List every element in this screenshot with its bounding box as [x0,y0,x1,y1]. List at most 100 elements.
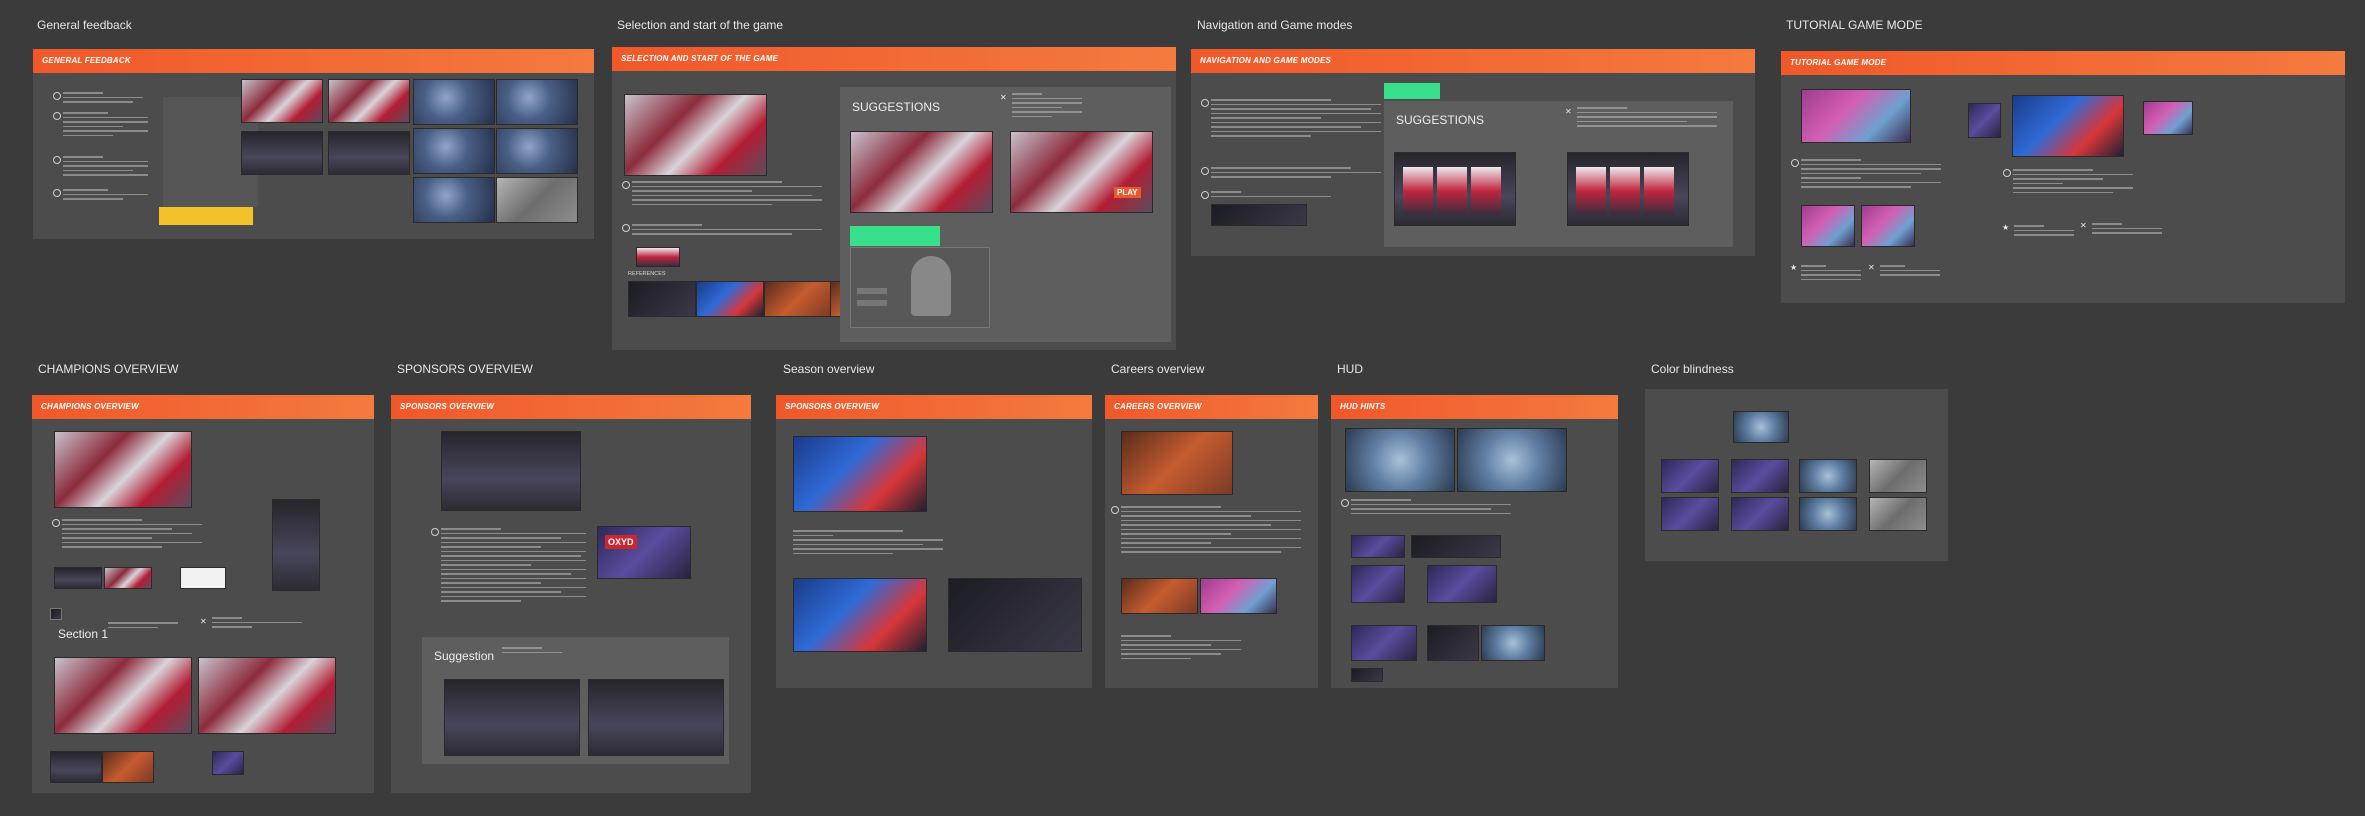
screenshot-thumbnail[interactable] [241,79,323,123]
wireframe-screen[interactable] [850,247,990,328]
frame-title-general[interactable]: General feedback [37,18,132,32]
screenshot-thumbnail[interactable] [1351,625,1417,661]
screenshot-thumbnail[interactable] [54,567,102,589]
frame-title-tutorial[interactable]: TUTORIAL GAME MODE [1786,18,1923,32]
screenshot-thumbnail[interactable] [180,567,226,589]
sticky-note[interactable] [850,226,940,246]
frame-season[interactable]: SPONSORS OVERVIEW [776,395,1092,688]
frame-title-season[interactable]: Season overview [783,362,874,376]
sticky-note[interactable] [159,207,253,225]
screenshot-thumbnail[interactable] [1345,428,1455,492]
screenshot-thumbnail[interactable] [328,79,410,123]
screenshot-thumbnail[interactable]: PLAY [1010,131,1153,213]
screenshot-thumbnail[interactable] [1731,497,1789,531]
screenshot-thumbnail[interactable] [948,578,1082,652]
suggestions-panel[interactable]: SUGGESTIONS ✕ [1384,101,1733,247]
screenshot-thumbnail[interactable] [212,751,244,775]
suggestion-panel[interactable]: Suggestion [422,637,729,764]
feedback-text [441,528,586,605]
screenshot-thumbnail[interactable] [1869,497,1927,531]
frame-header: SPONSORS OVERVIEW [391,395,751,419]
screenshot-thumbnail[interactable] [624,94,767,176]
frame-navigation[interactable]: NAVIGATION AND GAME MODES SUGGESTIONS ✕ [1191,49,1755,256]
screenshot-thumbnail[interactable] [1351,668,1383,682]
frame-tutorial[interactable]: TUTORIAL GAME MODE ★ ✕ ★ ✕ [1781,51,2345,303]
frame-selection[interactable]: SELECTION AND START OF THE GAME REFERENC… [612,47,1176,350]
frame-sponsors[interactable]: SPONSORS OVERVIEW OXYD Suggestion [391,395,751,793]
screenshot-thumbnail[interactable] [1661,497,1719,531]
feedback-text [1801,265,1861,283]
screenshot-thumbnail[interactable] [1661,459,1719,493]
screenshot-thumbnail[interactable] [1733,411,1789,443]
frame-hud[interactable]: HUD HINTS [1331,395,1618,688]
screenshot-thumbnail[interactable] [1968,103,2001,138]
reference-image[interactable] [696,281,764,317]
screenshot-thumbnail[interactable] [413,79,495,125]
screenshot-thumbnail[interactable] [198,657,336,734]
screenshot-thumbnail[interactable] [1861,205,1915,247]
screenshot-thumbnail[interactable] [1351,535,1405,558]
list-bullet [52,519,60,527]
screenshot-thumbnail[interactable] [1481,625,1545,661]
frame-general-feedback[interactable]: GENERAL FEEDBACK [33,49,594,239]
sticky-note[interactable] [1384,83,1440,99]
screenshot-thumbnail[interactable] [793,578,927,652]
screenshot-thumbnail[interactable] [1731,459,1789,493]
screenshot-thumbnail[interactable] [1394,152,1516,226]
screenshot-thumbnail[interactable] [241,131,323,175]
list-bullet [53,189,61,197]
screenshot-thumbnail[interactable] [1211,204,1307,226]
frame-title-careers[interactable]: Careers overview [1111,362,1204,376]
screenshot-thumbnail[interactable] [636,247,680,267]
screenshot-thumbnail[interactable] [54,431,192,508]
screenshot-thumbnail[interactable] [1799,459,1857,493]
reference-image[interactable] [628,281,696,317]
screenshot-thumbnail[interactable] [272,499,320,591]
feedback-text [1211,99,1381,140]
screenshot-thumbnail[interactable] [1801,89,1911,143]
frame-title-hud[interactable]: HUD [1337,362,1363,376]
frame-champions[interactable]: CHAMPIONS OVERVIEW Section 1 ✕ [32,395,374,793]
screenshot-thumbnail[interactable] [2143,101,2193,135]
reference-image[interactable] [764,281,832,317]
screenshot-thumbnail[interactable] [104,567,152,589]
screenshot-thumbnail[interactable] [1427,625,1479,661]
screenshot-thumbnail[interactable] [793,436,927,512]
screenshot-thumbnail[interactable] [413,177,495,223]
screenshot-thumbnail[interactable] [588,679,724,756]
screenshot-thumbnail[interactable] [1121,431,1233,495]
screenshot-thumbnail[interactable] [1200,578,1277,614]
screenshot-thumbnail[interactable] [1567,152,1689,226]
screenshot-thumbnail[interactable] [850,131,993,213]
frame-careers[interactable]: CAREERS OVERVIEW [1105,395,1318,688]
screenshot-thumbnail[interactable] [50,751,102,783]
screenshot-thumbnail[interactable] [102,751,154,783]
frame-title-navigation[interactable]: Navigation and Game modes [1197,18,1352,32]
screenshot-thumbnail[interactable] [1799,497,1857,531]
screenshot-thumbnail[interactable] [54,657,192,734]
screenshot-thumbnail[interactable] [496,177,578,223]
sponsor-preview[interactable]: OXYD [597,526,691,579]
screenshot-thumbnail[interactable] [496,128,578,174]
screenshot-thumbnail[interactable] [444,679,580,756]
frame-title-selection[interactable]: Selection and start of the game [617,18,783,32]
screenshot-thumbnail[interactable] [328,131,410,175]
frame-title-champions[interactable]: CHAMPIONS OVERVIEW [38,362,178,376]
frame-title-sponsors[interactable]: SPONSORS OVERVIEW [397,362,533,376]
play-button[interactable]: PLAY [1114,187,1141,198]
suggestions-panel[interactable]: SUGGESTIONS ✕ PLAY [840,87,1171,342]
screenshot-thumbnail[interactable] [413,128,495,174]
screenshot-thumbnail[interactable] [1457,428,1567,492]
frame-title-color[interactable]: Color blindness [1651,362,1734,376]
screenshot-thumbnail[interactable] [441,431,581,511]
screenshot-thumbnail[interactable] [1411,535,1501,558]
screenshot-thumbnail[interactable] [1427,565,1497,603]
screenshot-thumbnail[interactable] [1351,565,1405,603]
screenshot-thumbnail[interactable] [1121,578,1198,614]
frame-color-blindness[interactable] [1645,389,1948,561]
screenshot-thumbnail[interactable] [2012,95,2124,157]
feedback-text [63,189,148,203]
screenshot-thumbnail[interactable] [1801,205,1855,247]
screenshot-thumbnail[interactable] [496,79,578,125]
screenshot-thumbnail[interactable] [1869,459,1927,493]
